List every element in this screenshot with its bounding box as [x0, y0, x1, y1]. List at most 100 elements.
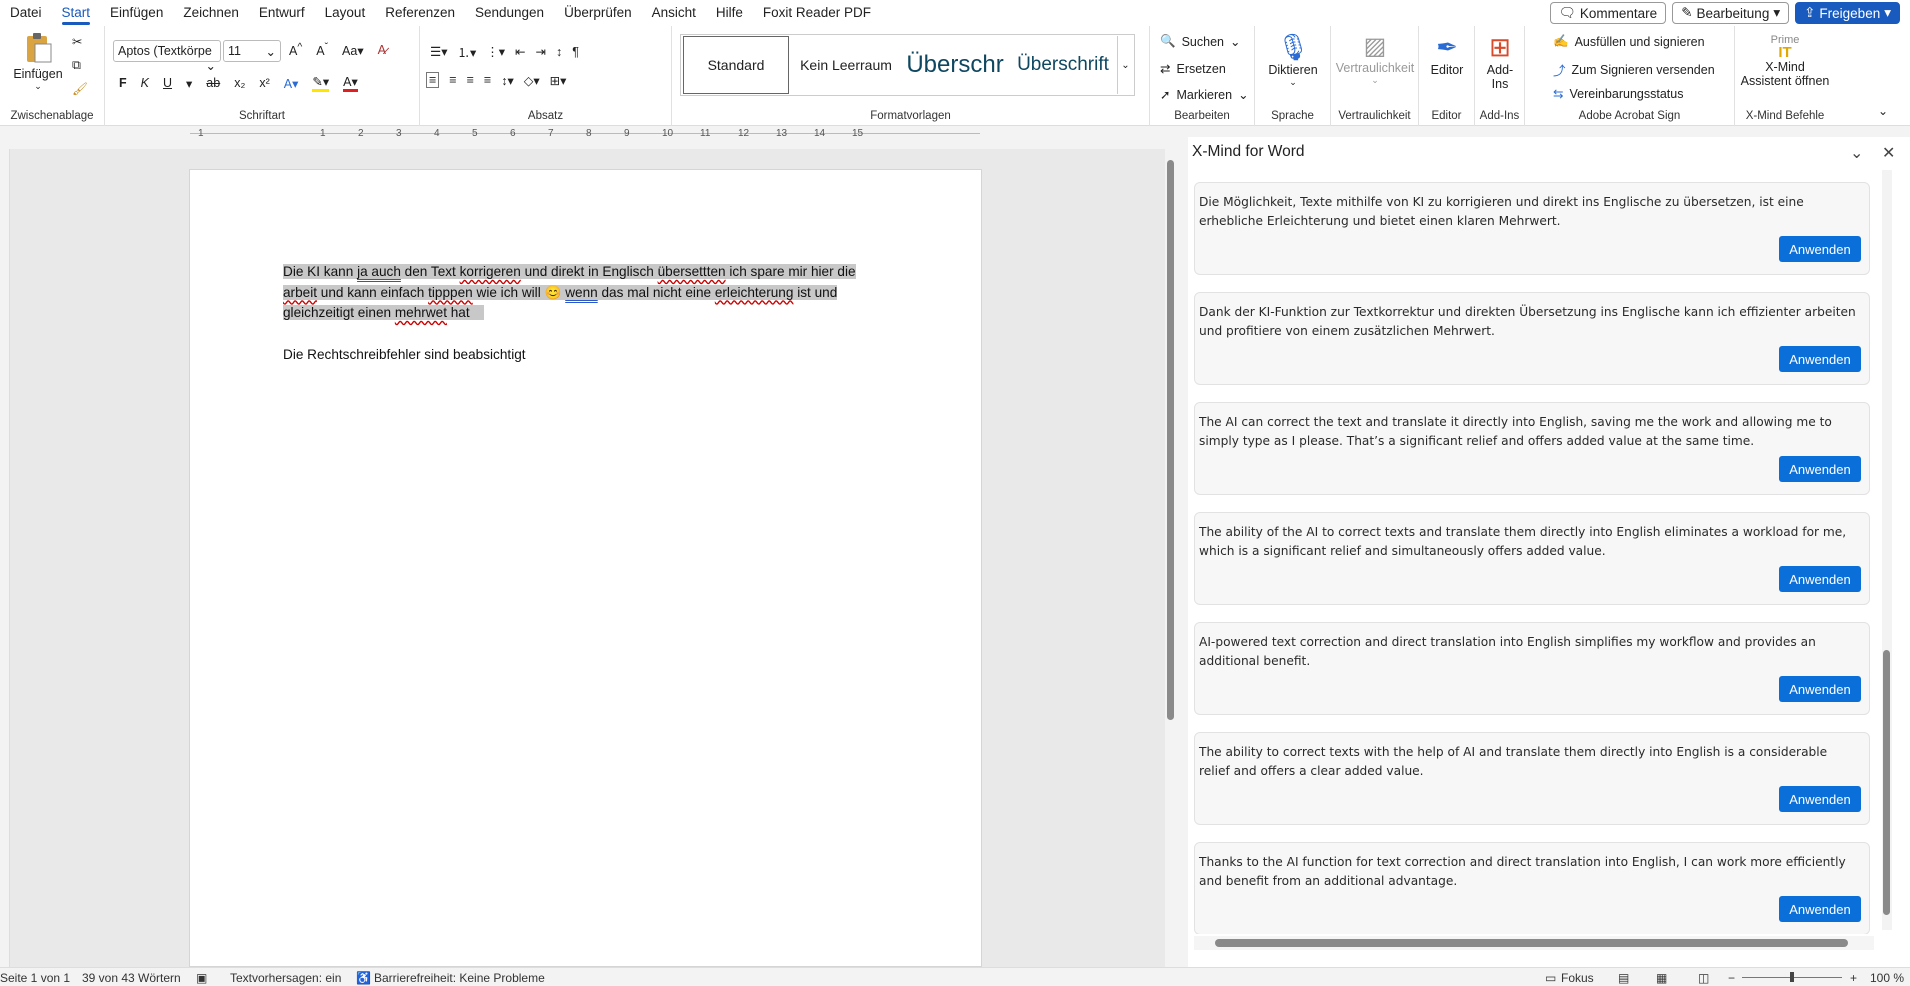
editing-mode-button[interactable]: ✎ Bearbeitung ▾	[1672, 2, 1790, 24]
send-sign-button[interactable]: ⤴ Zum Signieren versenden	[1553, 60, 1715, 79]
align-left-icon[interactable]: ≡	[426, 72, 440, 88]
apply-button[interactable]: Anwenden	[1779, 786, 1861, 812]
accessibility-icon[interactable]: ♿	[356, 971, 371, 985]
agreement-status-button[interactable]: ⇆ Vereinbarungsstatus	[1553, 86, 1683, 102]
pane-scroll-thumb[interactable]	[1883, 650, 1890, 915]
select-button[interactable]: ➚ Markieren ⌄	[1160, 87, 1249, 103]
font-name-select[interactable]: Aptos (Textkörpe ⌄	[113, 40, 221, 73]
comment-icon: 🗨	[1558, 5, 1576, 20]
borders-icon[interactable]: ⊞▾	[550, 73, 567, 88]
focus-icon[interactable]: ▭	[1545, 971, 1556, 985]
menu-entwurf[interactable]: Entwurf	[249, 0, 315, 26]
sort-icon[interactable]: ↕	[556, 45, 562, 59]
accessibility-status[interactable]: Barrierefreiheit: Keine Probleme	[374, 971, 545, 985]
text-predictions[interactable]: Textvorhersagen: ein	[230, 971, 341, 985]
align-center-icon[interactable]: ≡	[449, 73, 456, 87]
pane-hscroll-thumb[interactable]	[1215, 939, 1848, 947]
subscript-icon[interactable]: x₂	[234, 76, 245, 90]
numbering-icon[interactable]: ⒈▾	[457, 42, 476, 61]
clear-formatting-icon[interactable]: A̷	[378, 43, 386, 57]
menu-start[interactable]: Start	[52, 0, 101, 26]
multilevel-list-icon[interactable]: ⋮▾	[486, 44, 505, 59]
italic-button[interactable]: K	[141, 76, 149, 90]
fill-sign-button[interactable]: ✍ Ausfüllen und signieren	[1553, 34, 1705, 49]
apply-button[interactable]: Anwenden	[1779, 456, 1861, 482]
apply-button[interactable]: Anwenden	[1779, 566, 1861, 592]
style-no-spacing[interactable]: Kein Leerraum	[791, 36, 901, 94]
comments-button[interactable]: 🗨 Kommentare	[1549, 2, 1667, 24]
editor-button[interactable]: ✒ Editor	[1423, 32, 1471, 77]
bullets-icon[interactable]: ☰▾	[430, 44, 447, 59]
menu-ueberpruefen[interactable]: Überprüfen	[554, 0, 642, 26]
web-layout-icon[interactable]: ◫	[1698, 971, 1709, 985]
apply-button[interactable]: Anwenden	[1779, 676, 1861, 702]
cut-icon[interactable]: ✂	[72, 34, 82, 49]
font-size-select[interactable]: 11 ⌄	[223, 40, 281, 62]
grow-font-icon[interactable]: A^	[289, 42, 302, 58]
align-right-icon[interactable]: ≡	[467, 73, 474, 87]
focus-button[interactable]: Fokus	[1561, 971, 1594, 985]
sensitivity-button[interactable]: ▨ Vertraulichkeit ⌄	[1335, 32, 1415, 86]
font-color-icon[interactable]: A▾	[343, 74, 358, 92]
word-count[interactable]: 39 von 43 Wörtern	[82, 971, 181, 985]
bold-button[interactable]: F	[119, 76, 127, 90]
pane-options-icon[interactable]: ⌄	[1850, 143, 1863, 163]
menu-zeichnen[interactable]: Zeichnen	[173, 0, 249, 26]
close-icon[interactable]: ✕	[1882, 143, 1895, 163]
proofing-icon[interactable]: ▣	[196, 971, 207, 985]
style-heading2[interactable]: Überschrift	[1009, 36, 1117, 94]
change-case-button[interactable]: Aa▾	[342, 43, 364, 58]
highlight-icon[interactable]: ✎▾	[312, 74, 330, 92]
shrink-font-icon[interactable]: Aˇ	[316, 42, 328, 58]
paragraph-note[interactable]: Die Rechtschreibfehler sind beabsichtigt	[283, 345, 526, 366]
read-mode-icon[interactable]: ▤	[1618, 971, 1629, 985]
collapse-ribbon-icon[interactable]: ⌄	[1878, 104, 1888, 118]
increase-indent-icon[interactable]: ⇥	[536, 44, 546, 59]
menu-datei[interactable]: Datei	[0, 0, 52, 26]
menu-ansicht[interactable]: Ansicht	[642, 0, 706, 26]
chevron-down-icon[interactable]: ▾	[186, 76, 192, 91]
replace-button[interactable]: ⇄ Ersetzen	[1160, 61, 1226, 77]
document-page[interactable]: Die KI kann ja auch den Text korrigeren …	[189, 169, 982, 967]
menu-layout[interactable]: Layout	[315, 0, 376, 26]
zoom-level[interactable]: 100 %	[1870, 971, 1904, 985]
paragraph-selected[interactable]: Die KI kann ja auch den Text korrigeren …	[283, 262, 856, 324]
zoom-out-icon[interactable]: −	[1728, 971, 1735, 985]
format-painter-icon[interactable]: 🖌	[72, 82, 88, 97]
zoom-slider-thumb[interactable]	[1790, 972, 1794, 982]
dictate-button[interactable]: 🎙 Diktieren ⌄	[1265, 32, 1321, 88]
menu-hilfe[interactable]: Hilfe	[706, 0, 753, 26]
line-spacing-icon[interactable]: ↕▾	[501, 73, 514, 88]
menu-einfuegen[interactable]: Einfügen	[100, 0, 173, 26]
menu-foxit[interactable]: Foxit Reader PDF	[753, 0, 881, 26]
strikethrough-icon[interactable]: ab	[206, 76, 220, 90]
decrease-indent-icon[interactable]: ⇤	[515, 44, 525, 59]
share-button[interactable]: ⇪ Freigeben ▾	[1795, 2, 1900, 24]
document-scroll-thumb[interactable]	[1167, 160, 1174, 720]
apply-button[interactable]: Anwenden	[1779, 346, 1861, 372]
style-heading1[interactable]: Überschr	[901, 36, 1009, 94]
paste-button[interactable]: Einfügen ⌄	[12, 32, 64, 92]
shading-icon[interactable]: ◇▾	[524, 73, 540, 88]
suggestion-text: Die Möglichkeit, Texte mithilfe von KI z…	[1199, 195, 1804, 228]
justify-icon[interactable]: ≡	[484, 73, 491, 87]
underline-button[interactable]: U	[163, 76, 172, 90]
menu-referenzen[interactable]: Referenzen	[375, 0, 465, 26]
styles-expand-icon[interactable]: ⌄	[1117, 36, 1133, 94]
text-run: und direkt in Englisch	[520, 264, 658, 279]
addins-button[interactable]: ⊞ Add-Ins	[1479, 32, 1521, 91]
print-layout-icon[interactable]: ▦	[1656, 971, 1667, 985]
style-standard[interactable]: Standard	[683, 36, 789, 94]
find-button[interactable]: 🔍 Suchen ⌄	[1160, 34, 1240, 49]
page-count[interactable]: Seite 1 von 1	[0, 971, 70, 985]
menu-sendungen[interactable]: Sendungen	[465, 0, 554, 26]
copy-icon[interactable]: ⧉	[72, 58, 81, 73]
apply-button[interactable]: Anwenden	[1779, 236, 1861, 262]
text-run: gleichzeitigt einen	[283, 305, 395, 320]
text-effects-icon[interactable]: A▾	[284, 76, 299, 91]
xmind-assistant-button[interactable]: Prime IT X-Mind Assistent öffnen	[1735, 34, 1835, 88]
zoom-in-icon[interactable]: +	[1850, 971, 1857, 985]
superscript-icon[interactable]: x²	[259, 76, 269, 90]
pilcrow-icon[interactable]: ¶	[572, 45, 579, 59]
apply-button[interactable]: Anwenden	[1779, 896, 1861, 922]
